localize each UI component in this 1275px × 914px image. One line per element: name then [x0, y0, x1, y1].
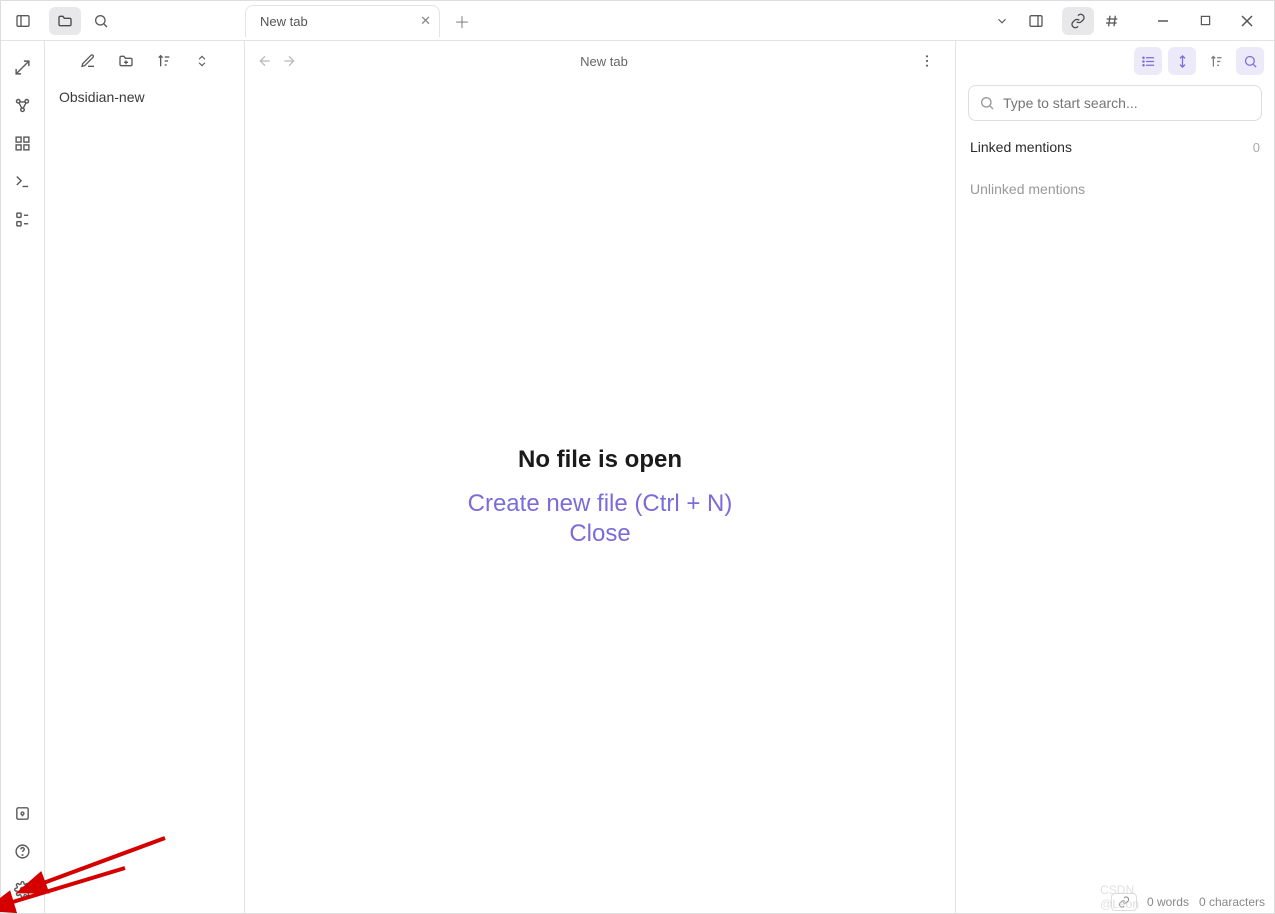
- close-link[interactable]: Close: [569, 520, 630, 548]
- settings-icon[interactable]: [7, 875, 39, 903]
- search-filter-icon[interactable]: [1236, 47, 1264, 75]
- window-minimize-button[interactable]: [1142, 5, 1184, 37]
- templates-icon[interactable]: [7, 205, 39, 233]
- ribbon: [1, 41, 45, 913]
- close-tab-icon[interactable]: ✕: [420, 13, 431, 29]
- tab-history-chevron-icon[interactable]: [986, 7, 1018, 35]
- new-note-icon[interactable]: [74, 47, 102, 75]
- unlinked-mentions-header[interactable]: Unlinked mentions: [970, 175, 1260, 203]
- search-field[interactable]: [1003, 95, 1251, 111]
- search-icon: [979, 95, 995, 111]
- tab-label: New tab: [260, 14, 308, 29]
- status-bar: CSDN @Leon 0 words 0 characters: [1107, 891, 1269, 913]
- main-content: Obsidian-new New tab No file is open Cre…: [1, 41, 1274, 913]
- watermark: CSDN @Leon: [1100, 883, 1139, 911]
- canvas-icon[interactable]: [7, 129, 39, 157]
- nav-forward-icon[interactable]: [281, 53, 297, 69]
- file-explorer: Obsidian-new: [45, 41, 245, 913]
- right-sidebar: Linked mentions 0 Unlinked mentions: [956, 41, 1274, 913]
- files-tab-icon[interactable]: [49, 7, 81, 35]
- nav-back-icon[interactable]: [257, 53, 273, 69]
- create-new-file-link[interactable]: Create new file (Ctrl + N): [468, 490, 733, 518]
- list-view-icon[interactable]: [1134, 47, 1162, 75]
- right-sidebar-toggle-icon[interactable]: [1020, 7, 1052, 35]
- new-folder-icon[interactable]: [112, 47, 140, 75]
- graph-view-icon[interactable]: [7, 91, 39, 119]
- expand-collapse-icon[interactable]: [1168, 47, 1196, 75]
- empty-state-title: No file is open: [518, 446, 682, 474]
- backlinks-view-icon[interactable]: [1062, 7, 1094, 35]
- window-close-button[interactable]: [1226, 5, 1268, 37]
- command-palette-icon[interactable]: [7, 167, 39, 195]
- tab-new[interactable]: New tab ✕: [245, 5, 440, 37]
- sort-icon[interactable]: [150, 47, 178, 75]
- help-icon[interactable]: [7, 837, 39, 865]
- collapse-icon[interactable]: [188, 47, 216, 75]
- linked-mentions-count: 0: [1253, 140, 1260, 155]
- vault-icon[interactable]: [7, 799, 39, 827]
- sort-results-icon[interactable]: [1202, 47, 1230, 75]
- backlinks-search-input[interactable]: [968, 85, 1262, 121]
- editor-pane: New tab No file is open Create new file …: [245, 41, 956, 913]
- vault-name[interactable]: Obsidian-new: [59, 89, 230, 105]
- quick-switcher-icon[interactable]: [7, 53, 39, 81]
- char-count: 0 characters: [1199, 895, 1265, 909]
- new-tab-button[interactable]: ＋: [448, 7, 476, 35]
- window-maximize-button[interactable]: [1184, 5, 1226, 37]
- tags-view-icon[interactable]: [1096, 7, 1128, 35]
- linked-mentions-header[interactable]: Linked mentions 0: [970, 133, 1260, 161]
- word-count: 0 words: [1147, 895, 1189, 909]
- titlebar: New tab ✕ ＋: [1, 1, 1274, 41]
- more-options-icon[interactable]: [911, 47, 943, 75]
- left-sidebar-toggle-icon[interactable]: [7, 7, 39, 35]
- editor-title: New tab: [297, 54, 911, 69]
- search-tab-icon[interactable]: [85, 7, 117, 35]
